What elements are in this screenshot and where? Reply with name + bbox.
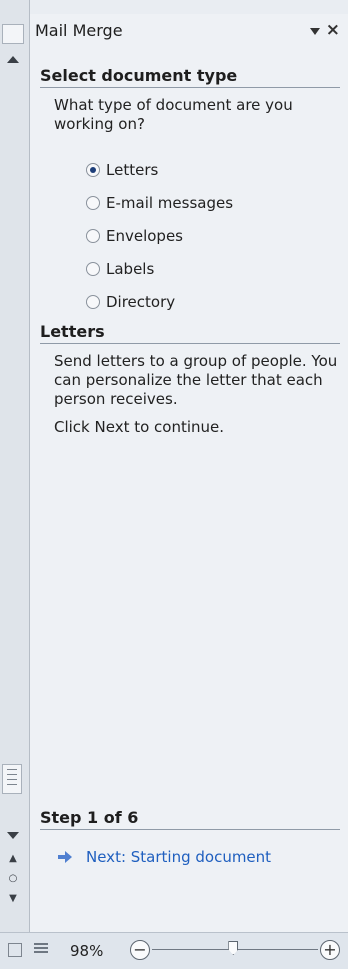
- scroll-down-icon[interactable]: [7, 832, 19, 839]
- document-type-option[interactable]: Directory: [86, 292, 175, 312]
- document-scrollbar-strip: ▲ ○ ▼: [0, 0, 30, 932]
- step-heading: Step 1 of 6: [40, 808, 340, 830]
- status-bar: 98% − +: [0, 932, 348, 969]
- view-ruler-button[interactable]: [2, 24, 24, 44]
- zoom-out-button[interactable]: −: [130, 940, 150, 960]
- radio-button[interactable]: [86, 196, 100, 210]
- document-type-question: What type of document are you working on…: [54, 96, 293, 133]
- radio-label: E-mail messages: [106, 194, 234, 212]
- chevron-down-icon[interactable]: [310, 28, 320, 35]
- select-browse-object-icon[interactable]: ○: [6, 872, 20, 886]
- next-instruction: Click Next to continue.: [54, 418, 225, 436]
- draft-view-icon[interactable]: [8, 943, 22, 957]
- pane-title: Mail Merge: [35, 21, 123, 40]
- radio-label: Letters: [106, 161, 159, 179]
- mail-merge-task-pane: Mail Merge × Select document type What t…: [30, 14, 348, 932]
- next-step-link[interactable]: Next: Starting document: [58, 848, 271, 866]
- radio-button[interactable]: [86, 295, 100, 309]
- radio-button[interactable]: [86, 229, 100, 243]
- outline-view-icon[interactable]: [34, 943, 48, 957]
- radio-label: Envelopes: [106, 227, 183, 245]
- scroll-up-icon[interactable]: [7, 56, 19, 63]
- letters-description: Send letters to a group of people. You c…: [54, 352, 338, 408]
- previous-page-icon[interactable]: ▲: [6, 852, 20, 866]
- document-type-option[interactable]: Labels: [86, 259, 154, 279]
- arrow-right-icon: [58, 851, 72, 863]
- radio-label: Labels: [106, 260, 155, 278]
- radio-button[interactable]: [86, 262, 100, 276]
- document-type-option[interactable]: Letters: [86, 160, 158, 180]
- select-document-type-heading: Select document type: [40, 66, 340, 88]
- document-type-option[interactable]: E-mail messages: [86, 193, 233, 213]
- radio-label: Directory: [106, 293, 176, 311]
- next-page-icon[interactable]: ▼: [6, 892, 20, 906]
- radio-button[interactable]: [86, 163, 100, 177]
- zoom-level[interactable]: 98%: [70, 942, 103, 960]
- close-icon[interactable]: ×: [326, 20, 340, 40]
- scroll-thumb[interactable]: [2, 764, 22, 794]
- zoom-slider-thumb[interactable]: [228, 941, 239, 955]
- letters-heading: Letters: [40, 322, 340, 344]
- zoom-in-button[interactable]: +: [320, 940, 340, 960]
- document-type-option[interactable]: Envelopes: [86, 226, 183, 246]
- next-step-label: Next: Starting document: [86, 848, 272, 866]
